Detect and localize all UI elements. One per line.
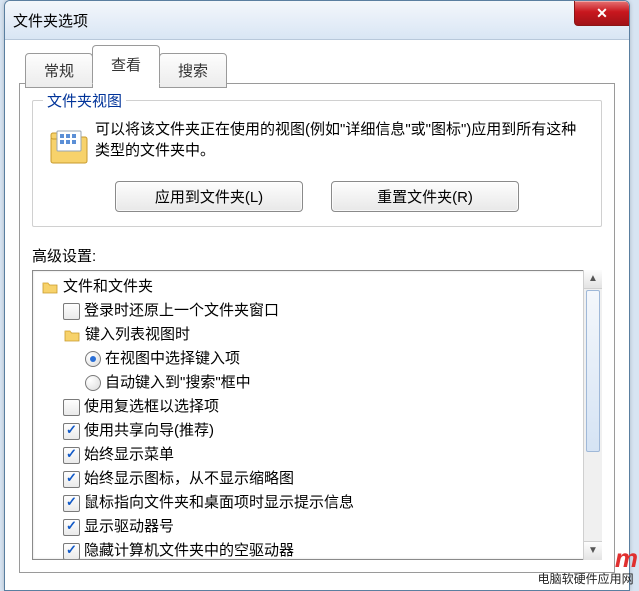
tree-item-0: 文件和文件夹 <box>35 275 599 299</box>
scroll-down-icon[interactable]: ▼ <box>584 541 602 560</box>
window-title: 文件夹选项 <box>13 10 88 31</box>
tree-item-label: 键入列表视图时 <box>85 323 190 347</box>
content-area: 常规 查看 搜索 文件夹视图 <box>5 40 629 581</box>
tabstrip: 常规 查看 搜索 <box>25 49 615 84</box>
tree-item-9[interactable]: 鼠标指向文件夹和桌面项时显示提示信息 <box>35 491 599 515</box>
folder-view-row: 可以将该文件夹正在使用的视图(例如"详细信息"或"图标")应用到所有这种类型的文… <box>47 119 587 167</box>
checkbox-icon[interactable] <box>63 495 80 512</box>
tree-item-4[interactable]: 自动键入到"搜索"框中 <box>35 371 599 395</box>
titlebar: 文件夹选项 ✕ <box>5 1 629 40</box>
checkbox-icon[interactable] <box>63 519 80 536</box>
advanced-settings-tree[interactable]: 文件和文件夹登录时还原上一个文件夹窗口键入列表视图时在视图中选择键入项自动键入到… <box>32 270 602 560</box>
advanced-settings-wrap: 文件和文件夹登录时还原上一个文件夹窗口键入列表视图时在视图中选择键入项自动键入到… <box>32 270 602 560</box>
tree-item-label: 登录时还原上一个文件夹窗口 <box>84 299 279 323</box>
checkbox-icon[interactable] <box>63 543 80 560</box>
folder-view-group: 文件夹视图 <box>32 100 602 227</box>
tab-search[interactable]: 搜索 <box>159 53 227 88</box>
tree-item-1[interactable]: 登录时还原上一个文件夹窗口 <box>35 299 599 323</box>
folder-view-description: 可以将该文件夹正在使用的视图(例如"详细信息"或"图标")应用到所有这种类型的文… <box>95 119 587 161</box>
checkbox-icon[interactable] <box>63 471 80 488</box>
advanced-settings-label: 高级设置: <box>32 245 602 266</box>
radio-icon[interactable] <box>85 351 101 367</box>
tree-item-label: 始终显示图标，从不显示缩略图 <box>84 467 294 491</box>
reset-folders-button[interactable]: 重置文件夹(R) <box>331 181 519 212</box>
folder-options-window: 文件夹选项 ✕ 常规 查看 搜索 文件夹视图 <box>4 0 630 591</box>
tab-general[interactable]: 常规 <box>25 53 93 88</box>
tree-item-11[interactable]: 隐藏计算机文件夹中的空驱动器 <box>35 539 599 560</box>
folder-view-buttons: 应用到文件夹(L) 重置文件夹(R) <box>47 181 587 212</box>
scroll-up-icon[interactable]: ▲ <box>584 270 602 289</box>
tree-item-8[interactable]: 始终显示图标，从不显示缩略图 <box>35 467 599 491</box>
tree-item-label: 始终显示菜单 <box>84 443 174 467</box>
folder-icon <box>41 278 59 296</box>
tree-item-6[interactable]: 使用共享向导(推荐) <box>35 419 599 443</box>
scroll-thumb[interactable] <box>586 290 600 452</box>
folder-icon <box>63 326 81 344</box>
checkbox-icon[interactable] <box>63 303 80 320</box>
tree-item-3[interactable]: 在视图中选择键入项 <box>35 347 599 371</box>
checkbox-icon[interactable] <box>63 423 80 440</box>
tab-view[interactable]: 查看 <box>92 45 160 84</box>
close-button[interactable]: ✕ <box>574 0 630 26</box>
tree-item-label: 鼠标指向文件夹和桌面项时显示提示信息 <box>84 491 354 515</box>
tree-item-label: 隐藏计算机文件夹中的空驱动器 <box>84 539 294 560</box>
folder-view-icon <box>47 123 91 167</box>
tree-item-label: 显示驱动器号 <box>84 515 174 539</box>
tree-item-label: 文件和文件夹 <box>63 275 153 299</box>
radio-icon[interactable] <box>85 375 101 391</box>
tree-item-label: 使用复选框以选择项 <box>84 395 219 419</box>
checkbox-icon[interactable] <box>63 447 80 464</box>
tree-item-label: 在视图中选择键入项 <box>105 347 240 371</box>
folder-view-group-title: 文件夹视图 <box>43 90 126 111</box>
tree-item-7[interactable]: 始终显示菜单 <box>35 443 599 467</box>
close-icon: ✕ <box>596 5 608 22</box>
tree-item-5[interactable]: 使用复选框以选择项 <box>35 395 599 419</box>
tree-item-label: 自动键入到"搜索"框中 <box>105 371 251 395</box>
apply-to-folders-button[interactable]: 应用到文件夹(L) <box>115 181 303 212</box>
tree-scrollbar[interactable]: ▲ ▼ <box>583 270 602 560</box>
tabpanel-view: 文件夹视图 <box>19 83 615 573</box>
checkbox-icon[interactable] <box>63 399 80 416</box>
tree-item-label: 使用共享向导(推荐) <box>84 419 214 443</box>
tree-item-10[interactable]: 显示驱动器号 <box>35 515 599 539</box>
tree-item-2: 键入列表视图时 <box>35 323 599 347</box>
